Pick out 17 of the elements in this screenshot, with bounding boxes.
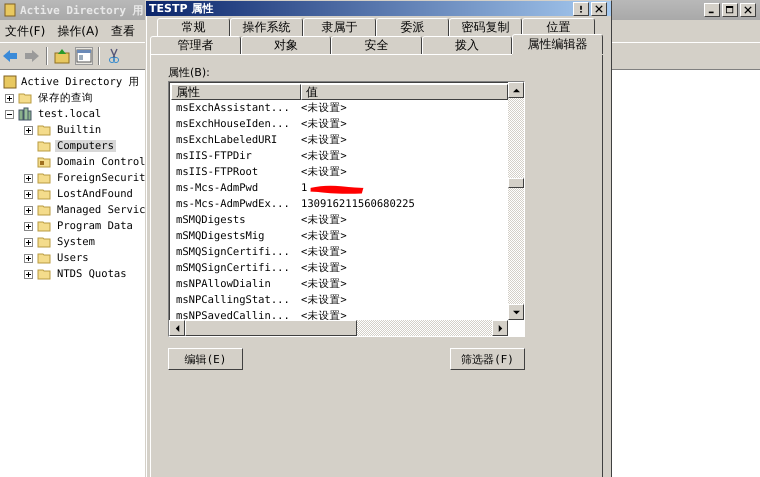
window-title: TESTP 属性 bbox=[149, 1, 214, 16]
attribute-value: <未设置> bbox=[301, 213, 347, 227]
attribute-value: <未设置> bbox=[301, 133, 347, 147]
attribute-value: <未设置> bbox=[301, 293, 347, 307]
list-label: 属性(B): bbox=[168, 65, 211, 81]
attribute-value: <未设置> bbox=[301, 245, 347, 259]
attribute-value: <未设置> bbox=[301, 309, 347, 320]
attribute-value: 130916211560680225 bbox=[301, 198, 415, 210]
attribute-value: <未设置> bbox=[301, 165, 347, 179]
attribute-value: <未设置> bbox=[301, 229, 347, 243]
attribute-value: <未设置> bbox=[301, 117, 347, 131]
attribute-value: 1 bbox=[301, 182, 308, 194]
attribute-value: <未设置> bbox=[301, 277, 347, 291]
window-title: Active Directory 用 bbox=[20, 2, 144, 18]
attribute-value: <未设置> bbox=[301, 149, 347, 163]
attribute-value: <未设置> bbox=[301, 101, 347, 115]
attribute-value: <未设置> bbox=[301, 261, 347, 275]
